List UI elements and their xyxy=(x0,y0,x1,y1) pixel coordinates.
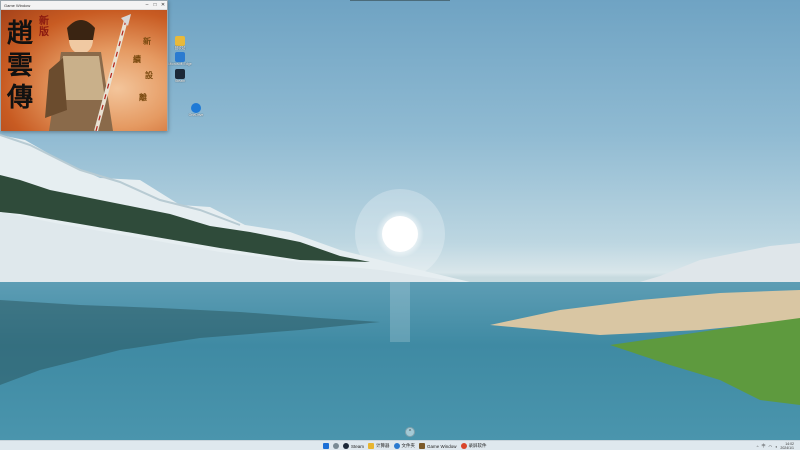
taskbar: Steam 计算器 文件夹 Game Window 录屏软件 ^ 中 ◠ ◖ 1… xyxy=(0,440,800,450)
taskbar-search-button[interactable] xyxy=(333,443,339,449)
menu-continue[interactable]: 續 xyxy=(133,54,141,65)
menu-settings[interactable]: 設 xyxy=(145,70,153,81)
logo-char-2: 雲 xyxy=(7,51,34,81)
clock-date: 2024/1/1 xyxy=(780,446,794,450)
window-title: Game Window xyxy=(4,2,31,8)
maximize-button[interactable]: □ xyxy=(151,1,159,9)
edge-icon xyxy=(175,52,185,62)
desktop-icon-label: Steam xyxy=(174,79,186,83)
game-window[interactable]: Game Window – □ ✕ 趙 雲 傳 新版 新 續 設 離 xyxy=(0,0,168,131)
taskbar-item-label: Steam xyxy=(351,443,365,449)
steam-icon xyxy=(175,69,185,79)
browser-icon xyxy=(393,443,400,449)
volume-icon[interactable]: ◖ xyxy=(775,444,777,449)
expand-chip[interactable]: ^ xyxy=(405,427,415,437)
clock[interactable]: 14:02 2024/1/1 xyxy=(780,442,794,450)
desktop-icon-label: Microsoft Edge xyxy=(168,62,192,66)
desktop-icon-recycle-bin[interactable]: 回收站 xyxy=(167,36,193,50)
taskbar-item-game-window[interactable]: Game Window xyxy=(419,443,457,449)
desktop-icon-steam[interactable]: Steam xyxy=(167,69,193,83)
minimize-button[interactable]: – xyxy=(143,1,151,9)
start-button[interactable] xyxy=(323,443,329,449)
desktop-icon-edge[interactable]: Microsoft Edge xyxy=(167,52,193,66)
menu-new-game[interactable]: 新 xyxy=(143,36,151,47)
input-language-indicator[interactable]: 中 xyxy=(761,443,765,449)
steam-icon xyxy=(343,443,349,449)
logo-subtitle: 新版 xyxy=(39,16,49,38)
window-titlebar[interactable]: Game Window – □ ✕ xyxy=(1,1,167,10)
game-title-screen[interactable]: 趙 雲 傳 新版 新 續 設 離 xyxy=(1,10,167,131)
desktop-icon-label: OneDrive xyxy=(188,113,204,117)
taskbar-item-recorder[interactable]: 录屏软件 xyxy=(460,443,487,449)
folder-icon xyxy=(368,443,375,449)
taskbar-item-folder[interactable]: 计算器 xyxy=(368,443,390,449)
taskbar-item-browser[interactable]: 文件夹 xyxy=(393,443,416,449)
record-icon xyxy=(460,443,467,449)
wifi-icon[interactable]: ◠ xyxy=(768,444,772,449)
desktop-icon-label: 回收站 xyxy=(174,46,186,50)
logo-char-3: 傳 xyxy=(7,83,34,113)
window-top-edge xyxy=(350,0,450,1)
menu-exit[interactable]: 離 xyxy=(139,92,147,103)
recycle-bin-icon xyxy=(175,36,185,46)
desktop-icon-onedrive[interactable]: OneDrive xyxy=(183,103,209,117)
taskbar-item-label: 录屏软件 xyxy=(468,443,487,448)
taskbar-item-label: 文件夹 xyxy=(401,443,416,448)
onedrive-icon xyxy=(191,103,201,113)
logo-char-1: 趙 xyxy=(7,19,34,49)
windows-start-icon xyxy=(323,443,329,449)
game-logo: 趙 雲 傳 xyxy=(7,18,33,114)
taskbar-item-steam[interactable]: Steam xyxy=(343,443,364,449)
taskbar-item-label: Game Window xyxy=(427,443,457,449)
game-icon xyxy=(419,443,426,449)
tray-overflow-chevron[interactable]: ^ xyxy=(757,444,759,449)
taskbar-item-label: 计算器 xyxy=(376,443,390,448)
search-icon xyxy=(333,443,339,449)
close-button[interactable]: ✕ xyxy=(159,1,167,9)
